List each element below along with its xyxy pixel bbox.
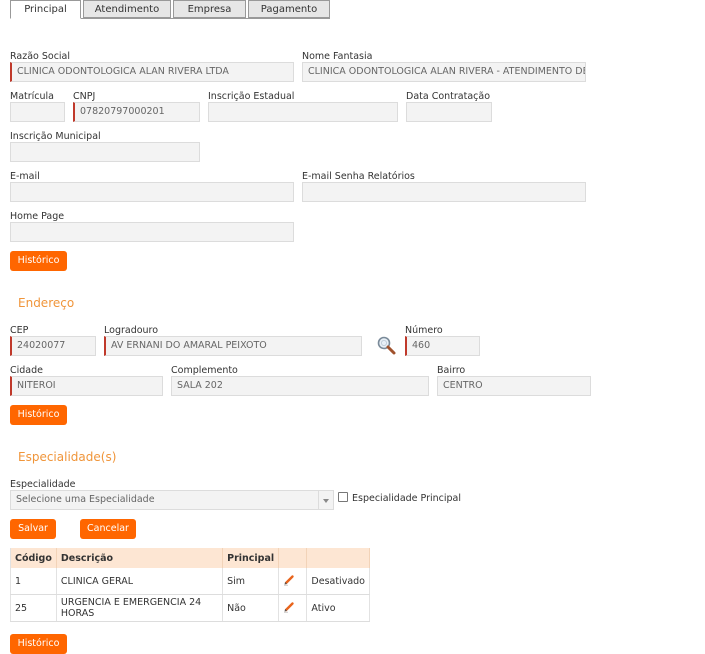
especialidade-select[interactable]: Selecione uma Especialidade [10, 490, 334, 510]
home-page-label: Home Page [10, 211, 65, 222]
table-row: 25 URGENCIA E EMERGENCIA 24 HORAS Não At… [10, 594, 370, 622]
email-senha-field[interactable] [302, 182, 586, 202]
col-codigo: Código [10, 548, 57, 568]
bairro-field[interactable]: CENTRO [437, 376, 591, 396]
cell-descricao: URGENCIA E EMERGENCIA 24 HORAS [56, 594, 224, 622]
pencil-icon[interactable] [283, 574, 295, 586]
inscricao-municipal-label: Inscrição Municipal [10, 131, 101, 142]
razao-social-label: Razão Social [10, 51, 71, 62]
logradouro-field[interactable]: AV ERNANI DO AMARAL PEIXOTO [104, 336, 362, 356]
inscricao-estadual-field[interactable] [208, 102, 398, 122]
matricula-label: Matrícula [10, 91, 54, 102]
cep-label: CEP [10, 325, 29, 336]
email-field[interactable] [10, 182, 294, 202]
home-page-field[interactable] [10, 222, 294, 242]
numero-label: Número [405, 325, 443, 336]
nome-fantasia-field[interactable]: CLINICA ODONTOLOGICA ALAN RIVERA - ATEND… [302, 62, 586, 82]
tab-empresa[interactable]: Empresa [173, 0, 246, 18]
table-header-row: Código Descrição Principal [10, 548, 370, 568]
especialidade-label: Especialidade [10, 479, 76, 490]
col-edit [278, 548, 308, 568]
endereco-historico-button[interactable]: Histórico [10, 405, 67, 425]
tab-principal[interactable]: Principal [10, 0, 81, 19]
especialidades-historico-button[interactable]: Histórico [10, 634, 67, 654]
endereco-section-title: Endereço [18, 296, 75, 310]
complemento-label: Complemento [171, 365, 238, 376]
historico-button[interactable]: Histórico [10, 251, 67, 271]
magnifier-icon[interactable] [376, 335, 398, 357]
tab-atendimento[interactable]: Atendimento [83, 0, 171, 18]
especialidade-select-value: Selecione uma Especialidade [16, 494, 155, 505]
cidade-field[interactable]: NITEROI [10, 376, 163, 396]
cell-principal: Não [222, 594, 280, 622]
salvar-button[interactable]: Salvar [10, 519, 56, 539]
chevron-down-icon[interactable] [318, 491, 333, 509]
email-senha-label: E-mail Senha Relatórios [302, 171, 415, 182]
cell-codigo: 1 [10, 568, 57, 595]
inscricao-municipal-field[interactable] [10, 142, 200, 162]
nome-fantasia-label: Nome Fantasia [302, 51, 373, 62]
especialidade-principal-label: Especialidade Principal [352, 493, 462, 504]
col-descricao: Descrição [56, 548, 224, 568]
logradouro-label: Logradouro [104, 325, 159, 336]
especialidades-table: Código Descrição Principal 1 CLINICA GER… [10, 548, 370, 622]
col-status [306, 548, 370, 568]
pencil-icon[interactable] [283, 601, 295, 613]
bairro-label: Bairro [437, 365, 466, 376]
data-contratacao-field[interactable] [406, 102, 492, 122]
cell-descricao: CLINICA GERAL [56, 568, 224, 595]
cep-field[interactable]: 24020077 [10, 336, 96, 356]
cnpj-field[interactable]: 07820797000201 [73, 102, 200, 122]
matricula-field[interactable] [10, 102, 65, 122]
email-label: E-mail [10, 171, 40, 182]
table-row: 1 CLINICA GERAL Sim Desativado [10, 568, 370, 595]
status-toggle[interactable]: Ativo [306, 594, 370, 622]
razao-social-field[interactable]: CLINICA ODONTOLOGICA ALAN RIVERA LTDA [10, 62, 294, 82]
numero-field[interactable]: 460 [405, 336, 480, 356]
cell-edit [278, 594, 308, 622]
cell-principal: Sim [222, 568, 280, 595]
cnpj-label: CNPJ [73, 91, 96, 102]
tab-pagamento[interactable]: Pagamento [248, 0, 330, 18]
especialidade-principal-checkbox[interactable] [338, 492, 348, 502]
col-principal: Principal [222, 548, 280, 568]
complemento-field[interactable]: SALA 202 [171, 376, 429, 396]
cell-edit [278, 568, 308, 595]
status-toggle[interactable]: Desativado [306, 568, 370, 595]
inscricao-estadual-label: Inscrição Estadual [208, 91, 295, 102]
cell-codigo: 25 [10, 594, 57, 622]
cancelar-button[interactable]: Cancelar [80, 519, 136, 539]
cidade-label: Cidade [10, 365, 43, 376]
especialidades-section-title: Especialidade(s) [18, 450, 117, 464]
data-contratacao-label: Data Contratação [406, 91, 491, 102]
